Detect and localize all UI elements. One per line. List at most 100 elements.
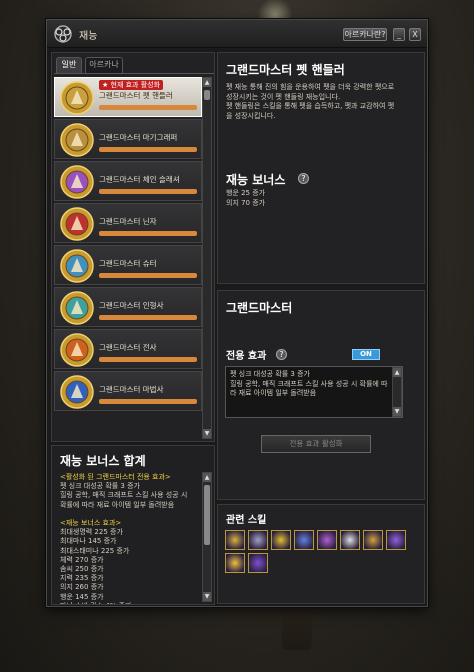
grandmaster-title: 그랜드마스터: [226, 301, 293, 315]
window-title: 재능: [79, 31, 98, 42]
title-bar[interactable]: 재능 아르카나란? _ X: [47, 20, 427, 48]
effect-scrollbar[interactable]: ▲ ▼: [392, 367, 402, 417]
talent-bonus-list: 행운 25 증가 의지 70 증가: [226, 189, 418, 208]
effect-line: 라 재료 아이템 일부 돌려받음: [230, 389, 317, 397]
talent-list-item[interactable]: 그랜드마스터 체인 슬래셔: [54, 161, 202, 201]
skill-icon-6[interactable]: [340, 530, 360, 550]
bonus-total-line: <활성화 된 그랜드마스터 전용 효과>: [60, 473, 171, 481]
talent-progress-bar: [99, 231, 197, 236]
bonus-total-list: <활성화 된 그랜드마스터 전용 효과> 펫 싱크 대성공 확률 3 증가 힐링 공…: [60, 473, 198, 604]
bonus-total-line: 최대마나 145 증가: [60, 537, 117, 546]
scroll-up-icon[interactable]: ▲: [393, 368, 401, 377]
talent-list-item[interactable]: 그랜드마스터 마법사: [54, 371, 202, 411]
bonus-total-line: 힐링 공학, 매직 크래프트 스킬 사용 성공 시: [60, 491, 188, 500]
skill-icon-9[interactable]: [225, 553, 245, 573]
bonus-total-line: 펫 싱크 대성공 확률 3 증가: [60, 482, 140, 491]
talent-list-item[interactable]: 그랜드마스터 인형사: [54, 287, 202, 327]
effect-line: 힐링 공학, 매직 크래프트 스킬 사용 성공 시 확률에 따: [230, 379, 388, 388]
talent-description-box: 그랜드마스터 펫 핸들러 펫 재능 통해 진의 힘을 운용하여 펫을 더욱 강력…: [217, 52, 425, 284]
talent-progress-bar: [99, 189, 197, 194]
talent-emblem-icon: [54, 25, 72, 43]
skill-icon-3[interactable]: [271, 530, 291, 550]
scroll-down-icon[interactable]: ▼: [203, 429, 211, 438]
help-icon[interactable]: ?: [298, 173, 309, 184]
talent-list-item[interactable]: 그랜드마스터 슈터: [54, 245, 202, 285]
talent-list-item[interactable]: 그랜드마스터 마기그래퍼: [54, 119, 202, 159]
talent-list-item-label: 그랜드마스터 마법사: [99, 385, 164, 394]
talent-list-scrollbar[interactable]: ▲ ▼: [202, 77, 212, 439]
magigrapher-icon: [60, 123, 94, 157]
scroll-thumb[interactable]: [204, 485, 210, 545]
bonus-total-line: <재능 보너스 효과>: [60, 519, 122, 528]
skill-icon-7[interactable]: [363, 530, 383, 550]
bonus-total-title: 재능 보너스 합계: [60, 454, 146, 468]
talent-list-item-label: 그랜드마스터 닌자: [99, 217, 157, 226]
talent-list-item[interactable]: 그랜드마스터 닌자: [54, 203, 202, 243]
bonus-total-line: 의지 260 증가: [60, 583, 104, 592]
skill-icon-2[interactable]: [248, 530, 268, 550]
active-effect-badge: ★ 현재 효과 활성화: [99, 80, 164, 90]
exclusive-effect-box: 펫 싱크 대성공 확률 3 증가 힐링 공학, 매직 크래프트 스킬 사용 성공 …: [225, 366, 403, 418]
bonus-total-line: 체력 270 증가: [60, 555, 104, 564]
description-line: 을 성장시킵니다.: [226, 111, 276, 120]
scroll-up-icon[interactable]: ▲: [203, 78, 211, 87]
help-icon[interactable]: ?: [276, 349, 287, 360]
skill-icon-8[interactable]: [386, 530, 406, 550]
bonus-total-line: 솜씨 250 증가: [60, 565, 104, 574]
talent-window: 재능 아르카나란? _ X 일반 아르카나 ★ 현재 효과 활성화 그랜드마스터 …: [46, 19, 428, 607]
bonus-total-line: 지력 235 증가: [60, 574, 104, 583]
talent-progress-bar: [99, 357, 197, 362]
related-skills-title: 관련 스킬: [226, 515, 267, 526]
arcane-info-button[interactable]: 아르카나란?: [343, 28, 387, 41]
talent-list-item-label: 그랜드마스터 전사: [99, 343, 157, 352]
talent-list-item-label: 그랜드마스터 체인 슬래셔: [99, 175, 180, 184]
shooter-icon: [60, 249, 94, 283]
description-line: 성장시키는 것이 펫 핸들링 재능입니다.: [226, 92, 341, 101]
talent-bonus-total-panel: 재능 보너스 합계 <활성화 된 그랜드마스터 전용 효과> 펫 싱크 대성공 확…: [51, 445, 215, 605]
talent-progress-bar: [99, 147, 197, 152]
tab-divider: [54, 73, 214, 74]
bonus-scrollbar[interactable]: ▲ ▼: [202, 472, 212, 602]
scroll-thumb[interactable]: [204, 90, 210, 100]
skill-icon-1[interactable]: [225, 530, 245, 550]
effect-line: 펫 싱크 대성공 확률 3 증가: [230, 370, 310, 378]
talent-list-item-label: 그랜드마스터 슈터: [99, 259, 157, 268]
talent-title: 그랜드마스터 펫 핸들러: [226, 63, 345, 77]
exclusive-effect-label: 전용 효과: [226, 351, 267, 362]
pet-handler-icon: [60, 81, 94, 115]
bonus-total-line: 확률에 따라 재료 아이템 일부 돌려받음: [60, 500, 175, 509]
talent-list-item-label: 그랜드마스터 마기그래퍼: [99, 133, 178, 142]
talent-bonus-title: 재능 보너스: [226, 173, 286, 187]
skill-icon-4[interactable]: [294, 530, 314, 550]
talent-description: 펫 재능 통해 진의 힘을 운용하여 펫을 더욱 강력한 펫으로 성장시키는 것이…: [226, 83, 418, 121]
skill-icon-5[interactable]: [317, 530, 337, 550]
bonus-line: 행운 25 증가: [226, 189, 266, 197]
talent-progress-bar: [99, 273, 197, 278]
scroll-up-icon[interactable]: ▲: [203, 473, 211, 482]
talent-list-item-label: 그랜드마스터 인형사: [99, 301, 164, 310]
description-line: 펫 핸들링은 스킬을 통해 펫을 습득하고, 펫과 교감하여 펫: [226, 102, 395, 110]
activate-exclusive-effect-button[interactable]: 전용 효과 활성화: [261, 435, 371, 453]
warrior-icon: [60, 333, 94, 367]
scroll-down-icon[interactable]: ▼: [393, 407, 401, 416]
scroll-down-icon[interactable]: ▼: [203, 592, 211, 601]
exclusive-effect-text: 펫 싱크 대성공 확률 3 증가 힐링 공학, 매직 크래프트 스킬 사용 성공 …: [230, 370, 400, 399]
bonus-total-line: 최대생명력 225 증가: [60, 528, 123, 537]
ninja-icon: [60, 207, 94, 241]
skill-icon-10[interactable]: [248, 553, 268, 573]
talent-list-item[interactable]: 그랜드마스터 전사: [54, 329, 202, 369]
bonus-total-line: 마나 소비 감소 4% 증가: [60, 602, 198, 604]
tab-general[interactable]: 일반: [56, 57, 82, 73]
talent-list: ★ 현재 효과 활성화 그랜드마스터 펫 핸들러 그랜드마스터 마기그래퍼 그랜드마스…: [54, 77, 202, 441]
talent-list-item-label: 그랜드마스터 펫 핸들러: [99, 91, 173, 100]
close-button[interactable]: X: [409, 28, 421, 41]
description-line: 펫 재능 통해 진의 힘을 운용하여 펫을 더욱 강력한 펫으로: [226, 83, 395, 91]
bonus-line: 의지 70 증가: [226, 198, 266, 207]
talent-progress-bar: [99, 399, 197, 404]
exclusive-effect-toggle[interactable]: ON: [352, 349, 380, 360]
talent-progress-bar: [99, 105, 197, 110]
minimize-button[interactable]: _: [393, 28, 405, 41]
bonus-total-line: 행운 145 증가: [60, 592, 104, 601]
tab-arcane[interactable]: 아르카나: [85, 57, 123, 73]
talent-list-item[interactable]: ★ 현재 효과 활성화 그랜드마스터 펫 핸들러: [54, 77, 202, 117]
